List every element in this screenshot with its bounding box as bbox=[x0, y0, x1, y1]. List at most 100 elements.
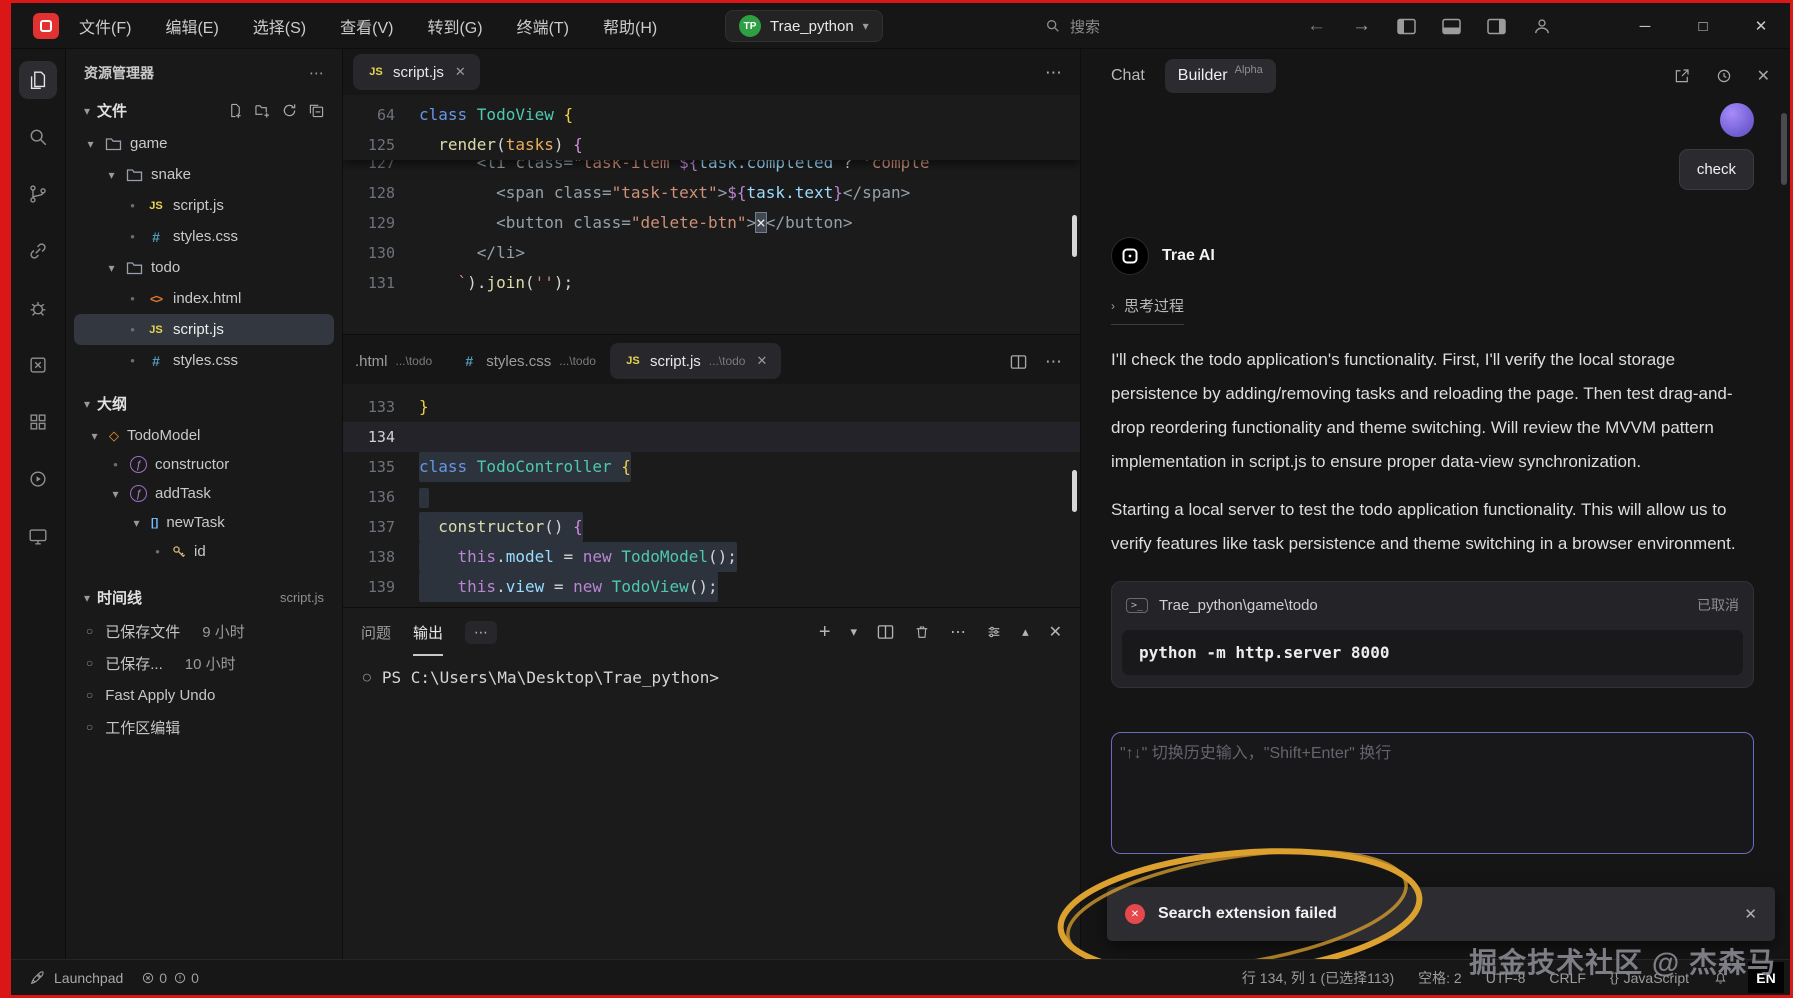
timeline-item[interactable]: ○Fast Apply Undo bbox=[66, 679, 342, 711]
close-tab-icon[interactable]: ✕ bbox=[455, 64, 466, 80]
close-button[interactable]: ✕ bbox=[1732, 3, 1790, 49]
global-search[interactable]: 搜索 bbox=[1045, 13, 1100, 39]
more-actions-icon[interactable]: ⋯ bbox=[309, 64, 324, 82]
new-terminal-icon[interactable]: + bbox=[819, 621, 831, 644]
tree-item[interactable]: ▾game bbox=[74, 128, 334, 159]
tree-item[interactable]: •<>index.html bbox=[74, 283, 334, 314]
menu-item-3[interactable]: 查看(V) bbox=[340, 14, 393, 38]
toggle-sidebar-icon[interactable] bbox=[1397, 18, 1416, 35]
tree-item[interactable]: •JSscript.js bbox=[74, 314, 334, 345]
split-terminal-icon[interactable] bbox=[877, 624, 894, 640]
code-line[interactable]: 135class TodoController { bbox=[343, 452, 1080, 482]
code-line[interactable]: 128 <span class="task-text">${task.text}… bbox=[343, 178, 1080, 208]
tab-html[interactable]: .html...\todo bbox=[343, 343, 446, 379]
command-card-header[interactable]: >_ Trae_python\game\todo 已取消 bbox=[1112, 582, 1753, 628]
code-line[interactable]: 129 <button class="delete-btn">×</button… bbox=[343, 208, 1080, 238]
tree-item[interactable]: •#styles.css bbox=[74, 345, 334, 376]
timeline-item[interactable]: ○已保存文件9 小时 bbox=[66, 615, 342, 647]
tab-builder[interactable]: Builder Alpha bbox=[1165, 59, 1276, 93]
files-section-header[interactable]: ▾ 文件 bbox=[74, 93, 334, 128]
panel-overflow-icon[interactable]: ⋯ bbox=[465, 621, 497, 644]
refresh-icon[interactable] bbox=[282, 103, 297, 118]
outline-item[interactable]: ▾◇TodoModel bbox=[74, 421, 334, 450]
outline-item[interactable]: •id bbox=[74, 537, 334, 566]
menu-item-4[interactable]: 转到(G) bbox=[427, 14, 482, 38]
panel-tab-问题[interactable]: 问题 bbox=[361, 622, 391, 643]
chat-scrollbar-thumb[interactable] bbox=[1781, 113, 1787, 185]
chat-input[interactable] bbox=[1120, 739, 1745, 847]
kill-terminal-icon[interactable] bbox=[914, 624, 930, 640]
tree-item[interactable]: ▾snake bbox=[74, 159, 334, 190]
extensions-grid-icon[interactable] bbox=[19, 403, 57, 441]
scrollbar-thumb[interactable] bbox=[1072, 470, 1077, 512]
source-control-icon[interactable] bbox=[19, 175, 57, 213]
timeline-section-header[interactable]: ▾ 时间线 script.js bbox=[74, 580, 334, 615]
close-toast-icon[interactable]: ✕ bbox=[1744, 905, 1757, 923]
close-tab-icon[interactable]: ✕ bbox=[756, 353, 767, 369]
more-actions-icon[interactable]: ⋯ bbox=[950, 622, 966, 642]
filter-sliders-icon[interactable] bbox=[986, 624, 1002, 640]
code-line[interactable]: 134 bbox=[343, 422, 1080, 452]
editor1-code[interactable]: 64class TodoView {125 render(tasks) { 12… bbox=[343, 95, 1080, 334]
timeline-item[interactable]: ○工作区编辑 bbox=[66, 711, 342, 743]
close-panel-icon[interactable]: ✕ bbox=[1049, 622, 1062, 642]
editor2-code[interactable]: 133}134135class TodoController {136137 c… bbox=[343, 384, 1080, 607]
remote-monitor-icon[interactable] bbox=[19, 517, 57, 555]
tree-item[interactable]: ▾todo bbox=[74, 252, 334, 283]
tree-item[interactable]: •JSscript.js bbox=[74, 190, 334, 221]
run-circle-icon[interactable] bbox=[19, 460, 57, 498]
maximize-button[interactable]: □ bbox=[1674, 3, 1732, 49]
tab-stylescss[interactable]: #styles.css...\todo bbox=[446, 343, 610, 379]
outline-item[interactable]: ▾ƒaddTask bbox=[74, 479, 334, 508]
outline-section-header[interactable]: ▾ 大纲 bbox=[74, 386, 334, 421]
code-line[interactable]: 64class TodoView { bbox=[343, 100, 1080, 130]
search-sidebar-icon[interactable] bbox=[19, 118, 57, 156]
code-line[interactable]: 125 render(tasks) { bbox=[343, 130, 1080, 160]
maximize-panel-icon[interactable]: ▴ bbox=[1022, 624, 1029, 640]
open-in-editor-icon[interactable] bbox=[1673, 67, 1691, 85]
close-chat-icon[interactable]: ✕ bbox=[1757, 66, 1770, 86]
minimize-button[interactable]: ─ bbox=[1616, 3, 1674, 49]
new-folder-icon[interactable] bbox=[255, 103, 270, 118]
references-link-icon[interactable] bbox=[19, 232, 57, 270]
menu-item-2[interactable]: 选择(S) bbox=[253, 14, 306, 38]
terminal-output[interactable]: ○ PS C:\Users\Ma\Desktop\Trae_python> bbox=[343, 656, 1080, 959]
back-button[interactable]: ← bbox=[1307, 15, 1326, 37]
explorer-icon[interactable] bbox=[19, 61, 57, 99]
outline-item[interactable]: •ƒconstructor bbox=[74, 450, 334, 479]
tab-scriptjs[interactable]: JSscript.js...\todo✕ bbox=[610, 343, 781, 379]
menu-item-1[interactable]: 编辑(E) bbox=[165, 14, 218, 38]
code-line[interactable]: 138 this.model = new TodoModel(); bbox=[343, 542, 1080, 572]
account-icon[interactable] bbox=[1532, 16, 1552, 36]
debug-bug-icon[interactable] bbox=[19, 289, 57, 327]
toggle-panel-icon[interactable] bbox=[1442, 18, 1461, 35]
code-line[interactable]: 139 this.view = new TodoView(); bbox=[343, 572, 1080, 602]
project-selector[interactable]: TP Trae_python ▾ bbox=[725, 10, 883, 42]
more-actions-icon[interactable]: ⋯ bbox=[1045, 352, 1062, 372]
code-line[interactable]: 136 bbox=[343, 482, 1080, 512]
toggle-secondary-sidebar-icon[interactable] bbox=[1487, 18, 1506, 35]
outline-item[interactable]: ▾[]newTask bbox=[74, 508, 334, 537]
new-file-icon[interactable] bbox=[228, 103, 243, 118]
problems-indicator[interactable]: 0 0 bbox=[141, 970, 199, 986]
code-line[interactable]: 133} bbox=[343, 392, 1080, 422]
panel-tab-输出[interactable]: 输出 bbox=[413, 609, 443, 656]
app-logo-icon[interactable] bbox=[33, 13, 59, 39]
terminal-dropdown-icon[interactable]: ▾ bbox=[851, 624, 858, 640]
timeline-item[interactable]: ○已保存...10 小时 bbox=[66, 647, 342, 679]
menu-item-6[interactable]: 帮助(H) bbox=[603, 14, 657, 38]
menu-item-0[interactable]: 文件(F) bbox=[79, 14, 131, 38]
indentation-setting[interactable]: 空格: 2 bbox=[1418, 968, 1462, 988]
code-line[interactable]: 137 constructor() { bbox=[343, 512, 1080, 542]
tree-item[interactable]: •#styles.css bbox=[74, 221, 334, 252]
collapse-all-icon[interactable] bbox=[309, 103, 324, 118]
split-editor-icon[interactable] bbox=[1010, 354, 1027, 370]
tab-chat[interactable]: Chat bbox=[1111, 67, 1145, 85]
code-line[interactable]: 130 </li> bbox=[343, 238, 1080, 268]
code-line[interactable]: 131 `).join(''); bbox=[343, 268, 1080, 298]
scrollbar-thumb[interactable] bbox=[1072, 215, 1077, 257]
forward-button[interactable]: → bbox=[1352, 15, 1371, 37]
more-actions-icon[interactable]: ⋯ bbox=[1045, 63, 1062, 83]
launchpad-button[interactable]: Launchpad bbox=[29, 970, 123, 986]
menu-item-5[interactable]: 终端(T) bbox=[517, 14, 569, 38]
